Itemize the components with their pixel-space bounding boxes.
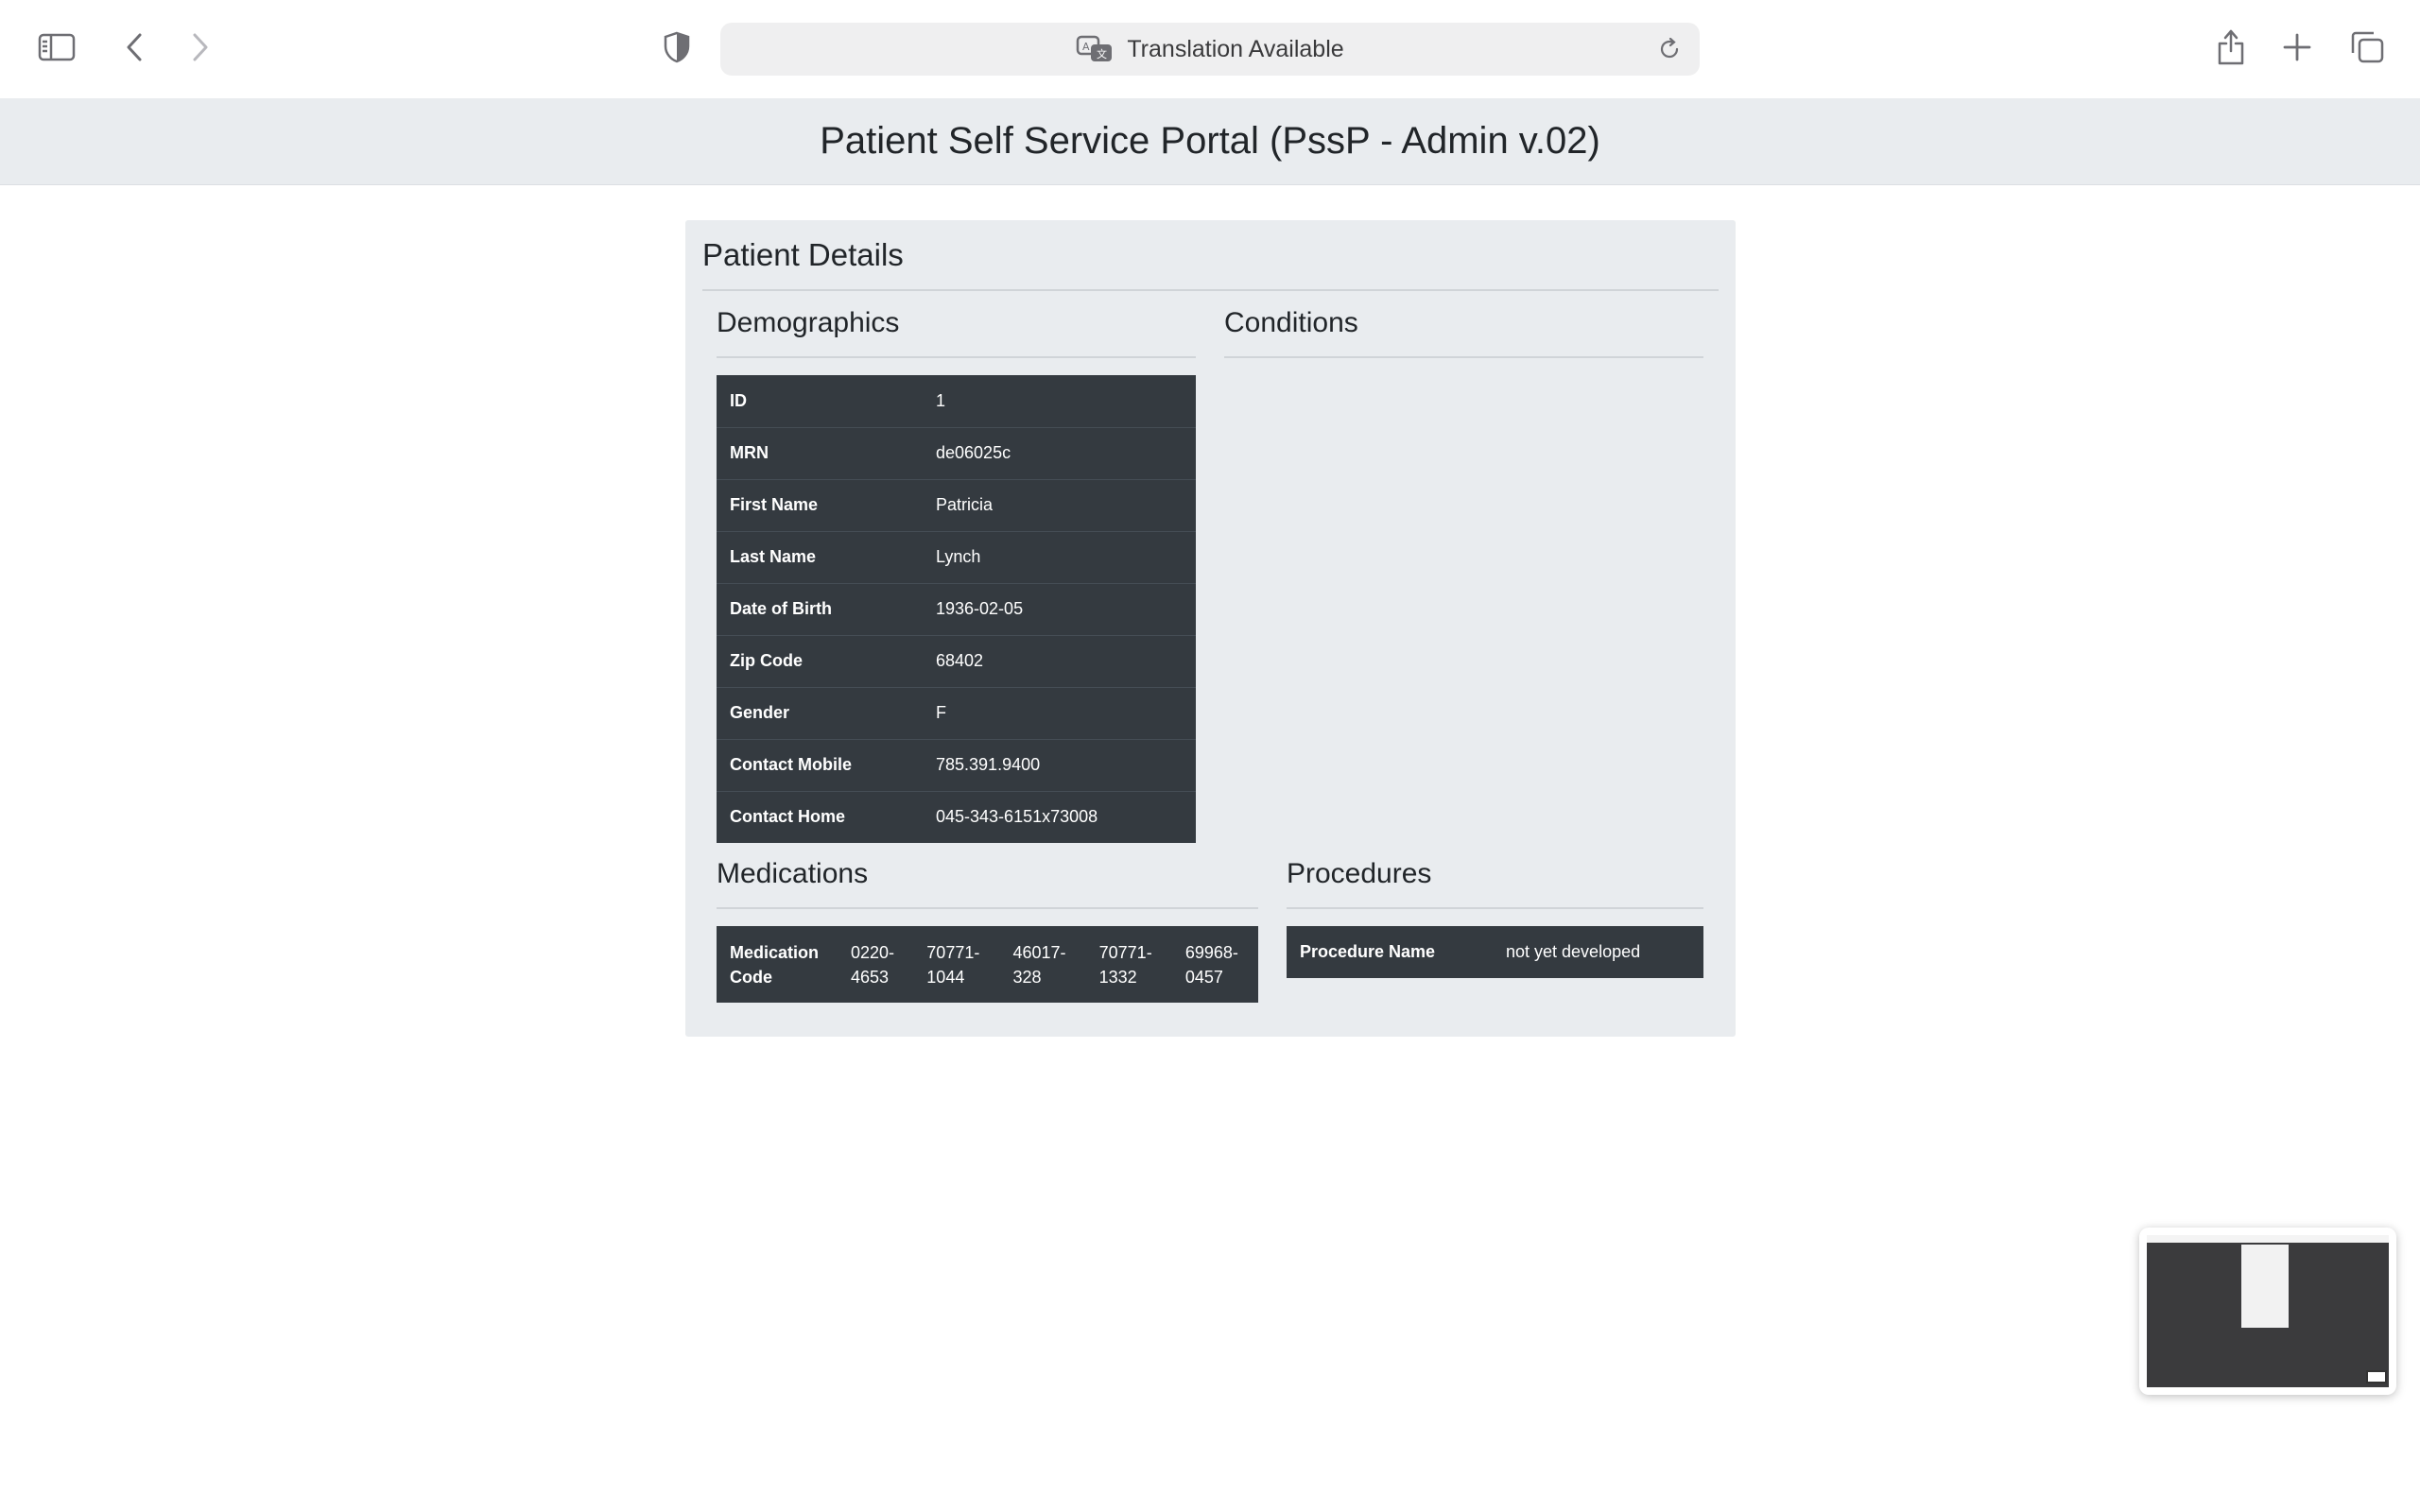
table-row: Contact Mobile 785.391.9400	[717, 738, 1196, 791]
translate-icon[interactable]: A文	[1076, 34, 1114, 64]
row-label: Procedure Name	[1300, 942, 1436, 961]
patient-details-card: Patient Details Demographics ID 1 MRN de06…	[685, 220, 1736, 1037]
medication-code-label: Medication Code	[717, 926, 838, 1003]
medications-table: Medication Code 0220- 4653 70771- 1044 4601…	[717, 926, 1258, 1003]
page-header: Patient Self Service Portal (PssP - Admi…	[0, 98, 2420, 185]
row-label: Gender	[717, 686, 923, 739]
code-part: 4653	[851, 967, 890, 987]
label-line: Code	[730, 967, 772, 987]
page-title: Patient Self Service Portal (PssP - Admi…	[820, 120, 1600, 162]
table-row: Medication Code 0220- 4653 70771- 1044 4601…	[717, 926, 1258, 1003]
svg-text:文: 文	[1097, 47, 1107, 60]
row-label: Last Name	[717, 530, 923, 583]
conditions-title: Conditions	[1224, 307, 1358, 338]
table-row: First Name Patricia	[717, 478, 1196, 531]
code-part: 70771-	[1098, 942, 1152, 962]
row-value: 68402	[923, 634, 1196, 687]
row-value: 1	[936, 390, 946, 410]
thumbnail-dialog	[2241, 1245, 2289, 1328]
code-part: 328	[1012, 967, 1042, 987]
row-label: Zip Code	[717, 634, 923, 687]
code-part: 46017-	[1012, 942, 1066, 962]
table-row: Zip Code 68402	[717, 634, 1196, 687]
divider	[1224, 356, 1703, 358]
row-label: Contact Mobile	[717, 738, 923, 791]
code-part: 0457	[1184, 967, 1223, 987]
plus-icon[interactable]	[2276, 26, 2318, 68]
demographics-title: Demographics	[717, 307, 900, 338]
medication-code: 70771- 1044	[913, 926, 999, 1003]
row-value: Lynch	[923, 530, 1196, 583]
medication-code: 0220- 4653	[838, 926, 913, 1003]
row-value: 785.391.9400	[923, 738, 1196, 791]
row-value: 1936-02-05	[923, 582, 1196, 635]
row-value: 045-343-6151x73008	[923, 790, 1196, 843]
table-row: Procedure Name not yet developed	[1287, 926, 1703, 978]
thumbnail-badge-icon	[2366, 1370, 2387, 1383]
row-label: First Name	[717, 478, 923, 531]
table-row: MRN de06025c	[717, 426, 1196, 479]
address-bar[interactable]: A文 Translation Available	[720, 23, 1700, 76]
table-row: Gender F	[717, 686, 1196, 739]
reload-icon[interactable]	[1656, 36, 1683, 62]
code-part: 69968-	[1184, 942, 1238, 962]
divider	[1287, 907, 1703, 909]
thumbnail-toolbar	[2147, 1235, 2389, 1243]
medication-code: 69968- 0457	[1172, 926, 1258, 1003]
code-part: 70771-	[926, 942, 980, 962]
table-row: Last Name Lynch	[717, 530, 1196, 583]
back-arrow-icon[interactable]	[115, 28, 153, 66]
svg-text:A: A	[1082, 41, 1090, 53]
card-title: Patient Details	[702, 237, 904, 272]
code-part: 1332	[1098, 967, 1137, 987]
row-value: Patricia	[923, 478, 1196, 531]
row-label: ID	[730, 390, 747, 410]
table-row: Date of Birth 1936-02-05	[717, 582, 1196, 635]
medication-code: 46017- 328	[999, 926, 1085, 1003]
share-icon[interactable]	[2210, 26, 2252, 68]
row-value: not yet developed	[1506, 942, 1641, 961]
row-label: MRN	[717, 426, 923, 479]
label-line: Medication	[730, 942, 820, 962]
row-value: de06025c	[923, 426, 1196, 479]
divider	[702, 289, 1719, 291]
medications-title: Medications	[717, 858, 869, 889]
sidebar-icon[interactable]	[34, 28, 79, 66]
procedures-title: Procedures	[1287, 858, 1432, 889]
address-text: Translation Available	[1127, 35, 1344, 62]
code-part: 1044	[926, 967, 965, 987]
row-value: F	[923, 686, 1196, 739]
browser-toolbar: A文 Translation Available	[0, 0, 2420, 98]
divider	[717, 356, 1196, 358]
medication-code: 70771- 1332	[1086, 926, 1172, 1003]
demographics-table: ID 1 MRN de06025c First Name Patricia Last …	[717, 375, 1196, 843]
table-row: Contact Home 045-343-6151x73008	[717, 790, 1196, 843]
shield-icon[interactable]	[658, 28, 696, 66]
row-label: Date of Birth	[717, 582, 923, 635]
code-part: 0220-	[851, 942, 895, 962]
screenshot-thumbnail[interactable]	[2139, 1228, 2396, 1395]
row-label: Contact Home	[717, 790, 923, 843]
divider	[717, 907, 1258, 909]
procedures-table: Procedure Name not yet developed	[1287, 926, 1703, 978]
forward-arrow-icon[interactable]	[182, 28, 219, 66]
tabs-icon[interactable]	[2344, 26, 2390, 68]
table-row: ID 1	[717, 375, 1196, 427]
